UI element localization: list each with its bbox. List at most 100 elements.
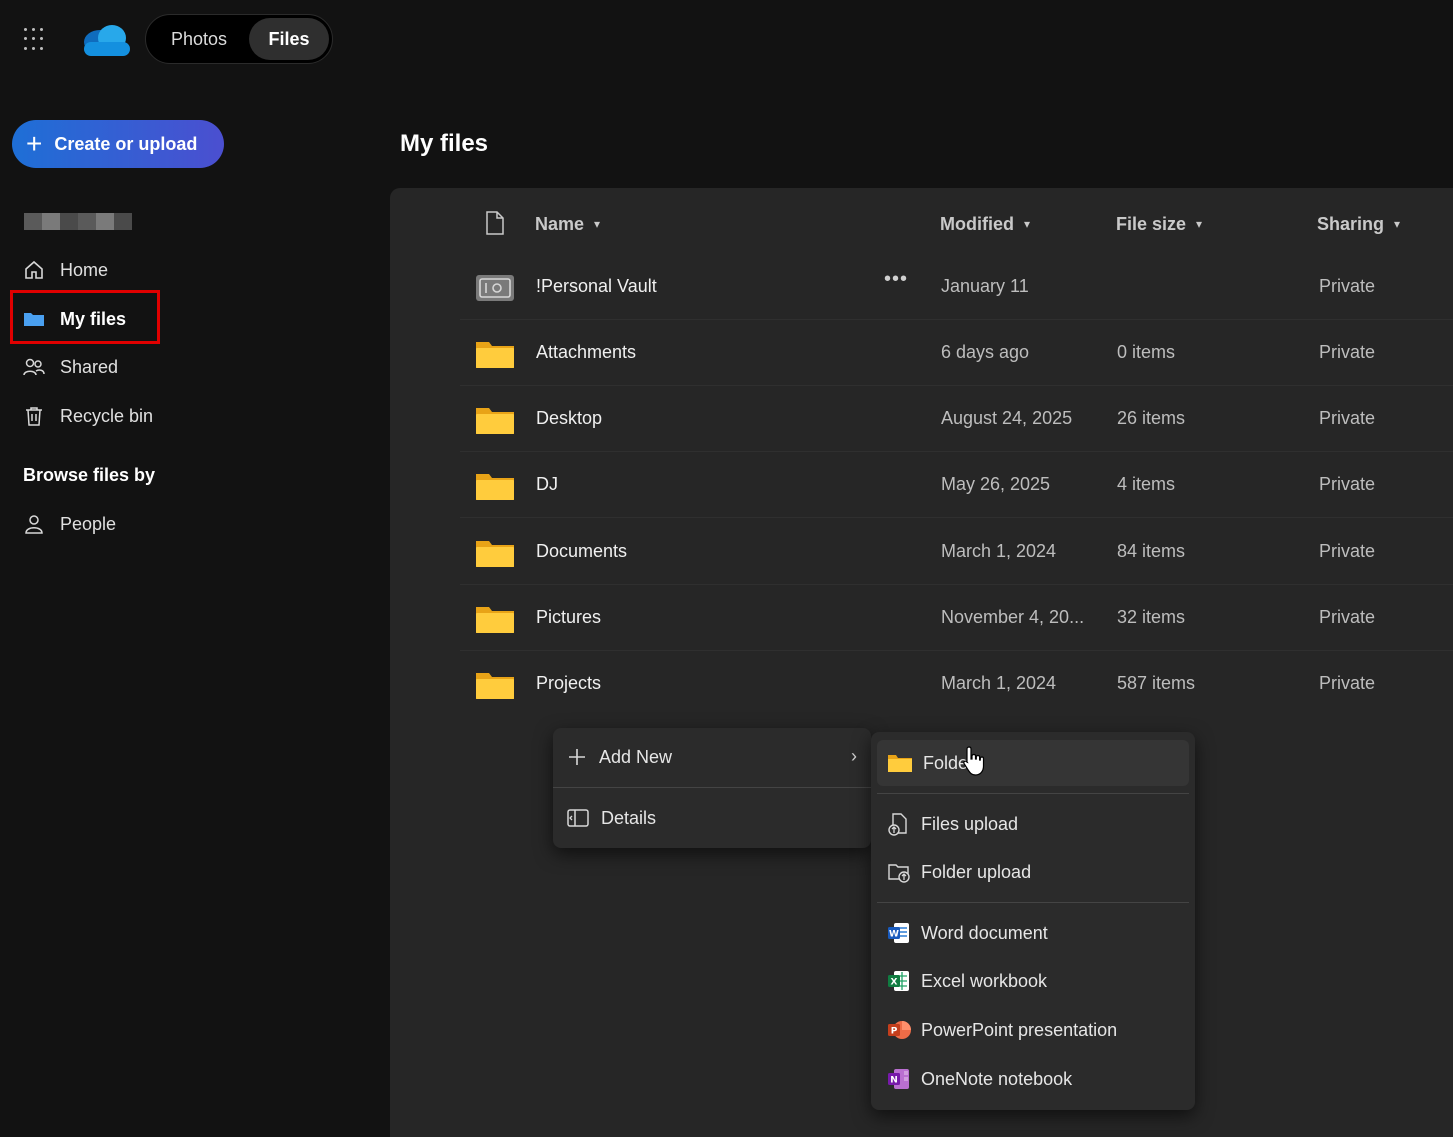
submenu-item-word-document[interactable]: W Word document — [877, 910, 1189, 956]
folder-icon — [476, 541, 514, 567]
row-modified: May 26, 2025 — [941, 474, 1051, 494]
folder-icon — [476, 342, 514, 368]
sidebar-item-people[interactable]: People — [22, 509, 116, 539]
tab-files[interactable]: Files — [249, 18, 329, 60]
tab-photos[interactable]: Photos — [149, 18, 249, 60]
column-header-name[interactable]: Name ▾ — [535, 210, 600, 238]
sidebar-item-home[interactable]: Home — [22, 255, 108, 285]
svg-text:X: X — [891, 978, 898, 988]
row-name[interactable]: Pictures — [536, 607, 601, 628]
menu-divider — [553, 787, 871, 788]
chevron-down-icon: ▾ — [1196, 217, 1203, 231]
page-title: My files — [400, 130, 489, 157]
row-size: 84 items — [1117, 541, 1186, 561]
plus-icon: + — [26, 128, 43, 159]
row-sharing: Private — [1319, 673, 1376, 693]
chevron-right-icon: › — [851, 746, 857, 766]
file-upload-icon — [888, 813, 907, 836]
waffle-icon[interactable] — [24, 28, 48, 52]
folder-icon — [476, 673, 514, 699]
row-name[interactable]: Documents — [536, 541, 627, 562]
powerpoint-icon: P — [888, 1021, 911, 1039]
details-pane-icon — [567, 809, 589, 827]
row-name[interactable]: DJ — [536, 474, 558, 495]
more-options-icon[interactable]: ••• — [884, 268, 908, 291]
row-size: 4 items — [1117, 474, 1176, 494]
people-icon — [23, 358, 45, 376]
row-name[interactable]: Attachments — [536, 342, 636, 363]
row-modified: 6 days ago — [941, 342, 1030, 362]
row-modified: January 11 — [941, 276, 1029, 296]
row-sharing: Private — [1319, 276, 1376, 296]
sidebar-item-recycle-bin[interactable]: Recycle bin — [22, 401, 153, 431]
row-name[interactable]: Projects — [536, 673, 601, 694]
word-icon: W — [888, 923, 909, 943]
account-name-blurred — [24, 213, 132, 230]
plus-icon — [569, 749, 585, 765]
menu-divider — [877, 793, 1189, 794]
sidebar-item-label: Recycle bin — [60, 405, 154, 426]
create-or-upload-label: Create or upload — [54, 133, 198, 154]
chevron-down-icon: ▾ — [1394, 217, 1401, 231]
column-header-file-size[interactable]: File size ▾ — [1116, 210, 1202, 238]
column-header-sharing[interactable]: Sharing ▾ — [1317, 210, 1400, 238]
row-sharing: Private — [1319, 607, 1376, 627]
chevron-down-icon: ▾ — [594, 217, 601, 231]
table-row[interactable]: !Personal Vault ••• January 11 Private — [460, 256, 1453, 320]
row-sharing: Private — [1319, 408, 1376, 428]
menu-divider — [877, 902, 1189, 903]
svg-text:P: P — [891, 1027, 898, 1037]
menu-item-add-new[interactable]: Add New — [567, 742, 672, 772]
svg-text:W: W — [889, 930, 899, 940]
folder-icon — [476, 607, 514, 633]
menu-item-details[interactable]: Details — [567, 803, 656, 833]
submenu-item-folder-upload[interactable]: Folder upload — [877, 849, 1189, 895]
row-size: 0 items — [1117, 342, 1176, 362]
folder-icon — [888, 755, 912, 772]
create-or-upload-button[interactable]: + Create or upload — [12, 120, 224, 168]
table-row[interactable]: Documents March 1, 2024 84 items Private — [460, 521, 1453, 585]
row-name[interactable]: Desktop — [536, 408, 602, 429]
row-sharing: Private — [1319, 541, 1376, 561]
hand-cursor-icon — [963, 746, 985, 776]
home-icon — [25, 260, 43, 279]
folder-icon — [476, 474, 514, 500]
row-modified: March 1, 2024 — [941, 541, 1057, 561]
row-sharing: Private — [1319, 474, 1376, 494]
submenu-item-onenote-notebook[interactable]: N OneNote notebook — [877, 1056, 1189, 1102]
submenu-item-powerpoint-presentation[interactable]: P PowerPoint presentation — [877, 1007, 1189, 1053]
column-header-modified[interactable]: Modified ▾ — [940, 210, 1030, 238]
submenu-item-folder[interactable]: Folder — [877, 740, 1189, 786]
sidebar-item-label: People — [60, 513, 117, 534]
chevron-down-icon: ▾ — [1024, 217, 1031, 231]
row-size: 587 items — [1117, 673, 1196, 693]
submenu-item-files-upload[interactable]: Files upload — [877, 801, 1189, 847]
onenote-icon: N — [888, 1069, 909, 1089]
submenu-item-excel-workbook[interactable]: X Excel workbook — [877, 958, 1189, 1004]
table-row[interactable]: Desktop August 24, 2025 26 items Private — [460, 388, 1453, 452]
sidebar: + Create or upload Home My files Shared … — [0, 80, 390, 1137]
context-menu: Add New › Details — [553, 728, 871, 848]
folder-upload-icon — [888, 864, 910, 883]
table-row[interactable]: Attachments 6 days ago 0 items Private — [460, 322, 1453, 386]
row-modified: August 24, 2025 — [941, 408, 1073, 428]
person-icon — [25, 515, 43, 534]
row-modified: November 4, 20... — [941, 607, 1085, 627]
table-row[interactable]: Projects March 1, 2024 587 items Private — [460, 653, 1453, 717]
onedrive-cloud-icon[interactable] — [80, 22, 132, 58]
row-size: 32 items — [1117, 607, 1186, 627]
file-type-icon — [486, 211, 504, 235]
row-name[interactable]: !Personal Vault — [536, 276, 657, 297]
table-row[interactable]: DJ May 26, 2025 4 items Private — [460, 454, 1453, 518]
sidebar-item-label: Shared — [60, 356, 119, 377]
table-row[interactable]: Pictures November 4, 20... 32 items Priv… — [460, 587, 1453, 651]
folder-icon — [476, 408, 514, 434]
excel-icon: X — [888, 971, 909, 991]
vault-icon — [476, 275, 514, 301]
add-new-submenu: Folder Files upload Folder upload W Word… — [871, 732, 1195, 1110]
sidebar-item-label: Home — [60, 259, 109, 280]
trash-icon — [26, 407, 42, 426]
sidebar-item-shared[interactable]: Shared — [22, 352, 118, 382]
browse-section-title: Browse files by — [23, 465, 156, 485]
svg-text:N: N — [890, 1076, 898, 1086]
